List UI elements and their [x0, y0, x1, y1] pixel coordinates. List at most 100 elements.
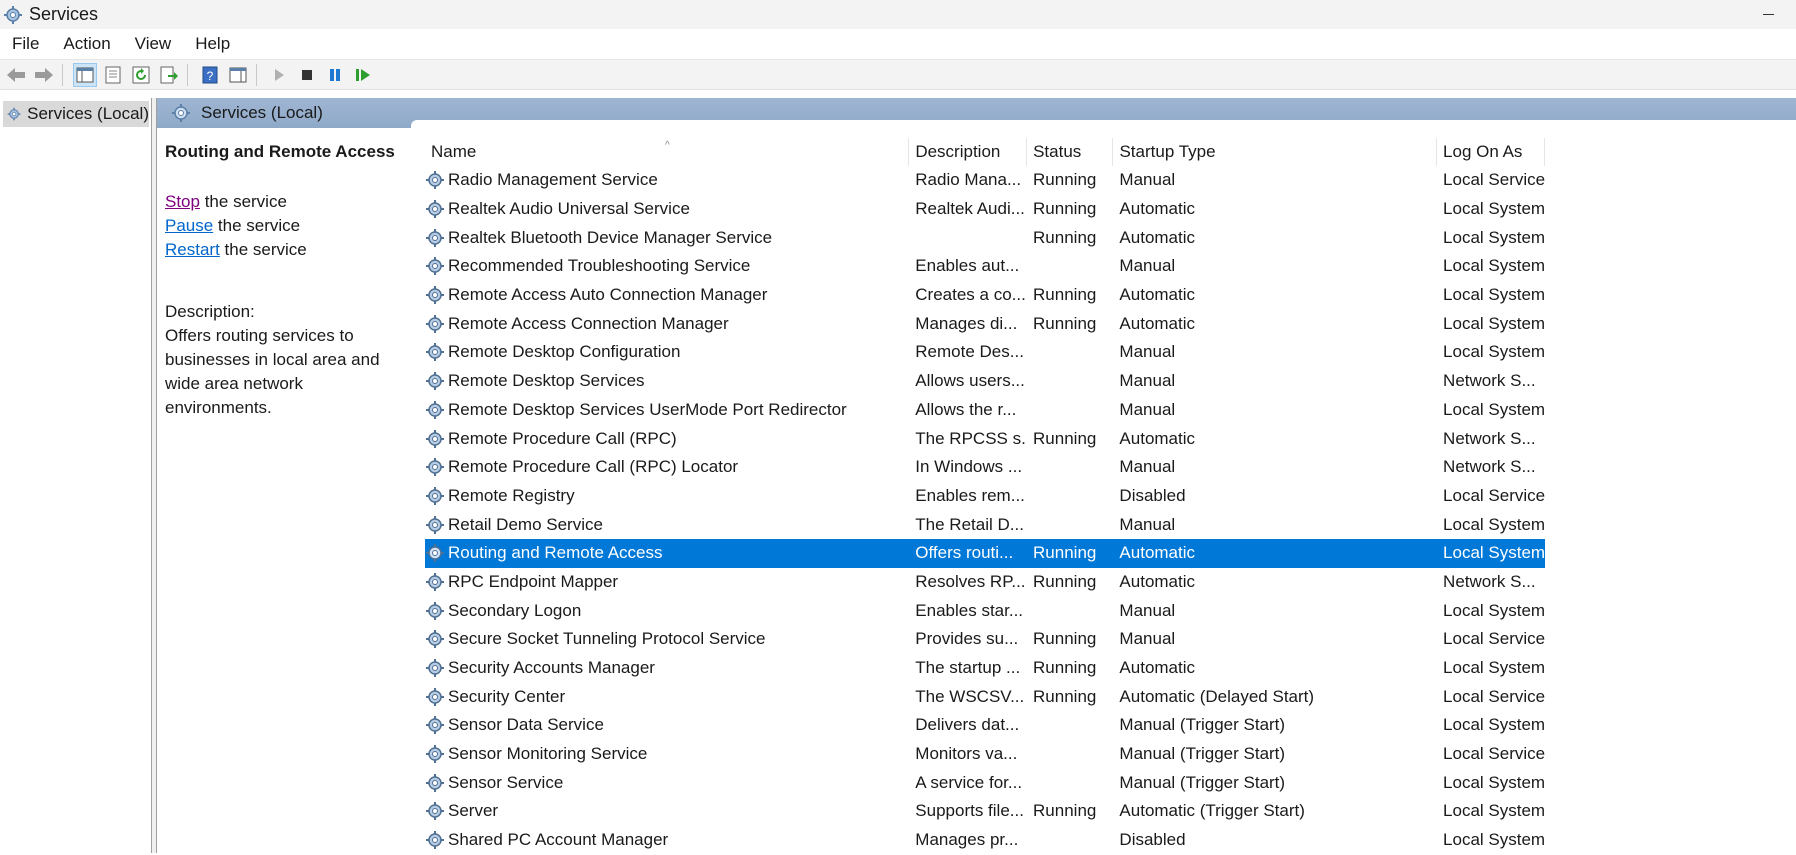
service-startup-type-cell: Automatic	[1119, 428, 1196, 448]
help-button[interactable]: ?	[198, 63, 222, 87]
service-gear-icon	[426, 171, 444, 190]
service-row[interactable]: Secondary Logon Enables star... Manual Loca…	[425, 596, 1545, 625]
service-name-cell: Remote Procedure Call (RPC)	[425, 429, 909, 449]
export-list-button[interactable]	[157, 63, 181, 87]
menu-file[interactable]: File	[0, 34, 51, 54]
service-row[interactable]: Remote Procedure Call (RPC) The RPCSS s..…	[425, 424, 1545, 453]
service-description-cell: Allows the r...	[915, 399, 1017, 419]
service-log-on-as-cell: Local System	[1443, 313, 1545, 333]
stop-service-link[interactable]: Stop	[165, 192, 200, 211]
service-row[interactable]: Remote Desktop Services UserMode Port Re…	[425, 396, 1545, 425]
properties-button[interactable]	[101, 63, 125, 87]
service-row[interactable]: Security Accounts Manager The startup ...…	[425, 654, 1545, 683]
service-row[interactable]: Recommended Troubleshooting Service Enabl…	[425, 252, 1545, 281]
restart-icon	[356, 68, 370, 81]
service-startup-type-cell: Disabled	[1119, 830, 1186, 850]
service-row[interactable]: Sensor Service A service for... Manual (Tr…	[425, 768, 1545, 797]
service-name: Remote Desktop Configuration	[448, 342, 681, 362]
menu-help[interactable]: Help	[183, 34, 242, 54]
minimize-button[interactable]	[1750, 4, 1786, 24]
service-status-cell: Running	[1033, 686, 1097, 706]
menu-action[interactable]: Action	[51, 34, 122, 54]
service-row[interactable]: Security Center The WSCSV... Running Automa…	[425, 682, 1545, 711]
service-row[interactable]: Remote Registry Enables rem... Disabled Loc…	[425, 482, 1545, 511]
play-icon	[275, 68, 284, 81]
show-action-pane-button[interactable]	[226, 63, 250, 87]
tree-item-services-local[interactable]: Services (Local)	[3, 101, 149, 127]
service-log-on-as-cell: Local System	[1443, 715, 1545, 735]
service-row[interactable]: Routing and Remote Access Offers routi...…	[425, 538, 1545, 568]
service-row[interactable]: Realtek Bluetooth Device Manager Service…	[425, 223, 1545, 252]
column-header-status[interactable]: Status	[1027, 138, 1114, 166]
restart-service-button[interactable]	[351, 63, 375, 87]
service-row[interactable]: Server Supports file... Running Automatic (…	[425, 797, 1545, 826]
show-hide-console-tree-button[interactable]	[73, 62, 97, 87]
list-area-edge	[411, 120, 1796, 130]
service-name: Recommended Troubleshooting Service	[448, 256, 751, 276]
service-status-cell: Running	[1033, 227, 1097, 247]
service-log-on-as-cell: Network S...	[1443, 457, 1536, 477]
back-button[interactable]	[4, 63, 28, 87]
service-gear-icon	[426, 572, 444, 591]
service-gear-icon	[426, 400, 444, 419]
service-row[interactable]: Secure Socket Tunneling Protocol Service…	[425, 625, 1545, 654]
service-startup-type-cell: Manual	[1119, 170, 1176, 190]
service-name-cell: Server	[425, 801, 909, 821]
column-label: Description	[915, 142, 1001, 161]
service-row[interactable]: Remote Procedure Call (RPC) Locator In Wi…	[425, 453, 1545, 482]
service-gear-icon	[426, 343, 444, 362]
service-description-cell: The RPCSS s...	[915, 428, 1028, 448]
service-log-on-as-cell: Local System	[1443, 399, 1545, 419]
restart-service-action: Restart the service	[165, 238, 405, 262]
service-log-on-as-cell: Local System	[1443, 772, 1545, 792]
service-description-cell: The Retail D...	[915, 514, 1024, 534]
refresh-button[interactable]	[129, 63, 153, 87]
restart-service-link[interactable]: Restart	[165, 240, 220, 259]
stop-icon	[302, 69, 312, 80]
service-status-cell: Running	[1033, 170, 1097, 190]
service-name: Remote Registry	[448, 485, 575, 505]
service-name-cell: Shared PC Account Manager	[425, 830, 909, 850]
service-name: Radio Management Service	[448, 170, 658, 190]
service-gear-icon	[426, 286, 444, 305]
service-log-on-as-cell: Local System	[1443, 285, 1545, 305]
service-row[interactable]: Sensor Data Service Delivers dat... Manual…	[425, 711, 1545, 740]
stop-service-button[interactable]	[295, 63, 319, 87]
sort-ascending-icon: ^	[665, 140, 670, 151]
service-row[interactable]: Shared PC Account Manager Manages pr... Di…	[425, 826, 1545, 855]
service-row[interactable]: Retail Demo Service The Retail D... Manual…	[425, 510, 1545, 539]
service-row[interactable]: Realtek Audio Universal Service Realtek A…	[425, 195, 1545, 224]
service-name: Sensor Service	[448, 772, 564, 792]
service-name: Secondary Logon	[448, 600, 582, 620]
service-name-cell: RPC Endpoint Mapper	[425, 572, 909, 592]
service-gear-icon	[426, 200, 444, 219]
column-header-description[interactable]: Description	[909, 138, 1028, 166]
service-log-on-as-cell: Local System	[1443, 199, 1545, 219]
start-service-button[interactable]	[267, 63, 291, 87]
service-description-cell: A service for...	[915, 772, 1023, 792]
service-row[interactable]: Remote Desktop Configuration Remote Des..…	[425, 338, 1545, 367]
toolbar-separator	[187, 63, 188, 86]
column-header-name[interactable]: ^ Name	[425, 138, 910, 166]
service-row[interactable]: Remote Access Auto Connection Manager Cre…	[425, 281, 1545, 310]
service-row[interactable]: Radio Management Service Radio Mana... Run…	[425, 166, 1545, 195]
service-description-cell: In Windows ...	[915, 457, 1023, 477]
service-name-cell: Routing and Remote Access	[425, 543, 909, 564]
menu-view[interactable]: View	[123, 34, 184, 54]
description-label: Description:	[165, 302, 255, 321]
column-header-log-on-as[interactable]: Log On As	[1437, 138, 1545, 166]
service-row[interactable]: RPC Endpoint Mapper Resolves RP... Running…	[425, 568, 1545, 597]
column-header-startup-type[interactable]: Startup Type	[1113, 138, 1438, 166]
forward-button[interactable]	[32, 63, 56, 87]
service-name-cell: Remote Desktop Configuration	[425, 342, 909, 362]
service-row[interactable]: Remote Desktop Services Allows users... Ma…	[425, 367, 1545, 396]
service-gear-icon	[426, 515, 444, 534]
service-row[interactable]: Sensor Monitoring Service Monitors va... M…	[425, 740, 1545, 769]
pause-service-button[interactable]	[323, 63, 347, 87]
service-name: Remote Desktop Services	[448, 371, 645, 391]
pause-service-link[interactable]: Pause	[165, 216, 213, 235]
help-icon: ?	[202, 66, 218, 83]
service-description-cell: Manages pr...	[915, 830, 1019, 850]
service-row[interactable]: Remote Access Connection Manager Manages …	[425, 309, 1545, 338]
service-name: Remote Access Auto Connection Manager	[448, 285, 768, 305]
